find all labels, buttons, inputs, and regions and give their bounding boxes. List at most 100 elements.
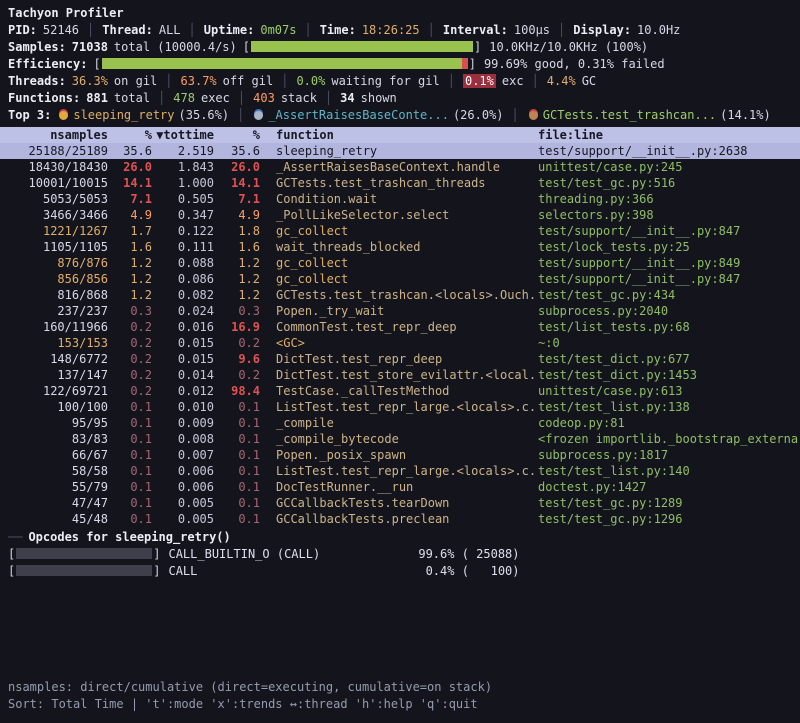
- functions-stat-name: stack: [281, 91, 317, 105]
- cell-tottime: 0.086: [156, 271, 218, 287]
- efficiency-line: Efficiency:[]99.69% good, 0.31% failed: [0, 56, 800, 73]
- cell-file-line: <frozen importlib._bootstrap_externa: [538, 431, 800, 447]
- cell-nsamples: 160/11966: [0, 319, 112, 335]
- cell-cumulative-pct: 1.2: [218, 255, 264, 271]
- cell-cumulative-pct: 16.9: [218, 319, 264, 335]
- table-row[interactable]: 1221/12671.70.1221.8gc_collecttest/suppo…: [0, 223, 800, 239]
- thread-stat-name: waiting for gil: [331, 74, 439, 88]
- thread-stat-pct: 0.1%: [463, 74, 496, 88]
- opcode-name: CALL_BUILTIN_O (CALL): [160, 546, 408, 563]
- cell-nsamples: 876/876: [0, 255, 112, 271]
- opcode-pct: 99.6%: [408, 546, 454, 563]
- cell-tottime: 0.005: [156, 511, 218, 527]
- opcodes-section: ──Opcodes for sleeping_retry() []CALL_BU…: [0, 529, 800, 580]
- cell-cumulative-pct: 1.2: [218, 287, 264, 303]
- top3-label: Top 3:: [8, 108, 51, 122]
- col-header-[interactable]: %: [218, 127, 264, 143]
- cell-tottime: 0.088: [156, 255, 218, 271]
- top3-line: Top 3:sleeping_retry(35.6%)│_AssertRaise…: [0, 107, 800, 124]
- cell-nsamples: 18430/18430: [0, 159, 112, 175]
- table-row[interactable]: 816/8681.20.0821.2GCTests.test_trashcan.…: [0, 287, 800, 303]
- top-function-name[interactable]: sleeping_retry: [73, 108, 174, 122]
- table-row[interactable]: 83/830.10.0080.1_compile_bytecode<frozen…: [0, 431, 800, 447]
- table-row[interactable]: 66/670.10.0070.1Popen._posix_spawnsubpro…: [0, 447, 800, 463]
- efficiency-label: Efficiency:: [8, 57, 87, 71]
- cell-file-line: test/lock_tests.py:25: [538, 239, 800, 255]
- col-header-tottime[interactable]: ▼tottime: [156, 127, 218, 143]
- cell-file-line: subprocess.py:1817: [538, 447, 800, 463]
- opcodes-title-line: ──Opcodes for sleeping_retry(): [0, 529, 800, 546]
- table-row[interactable]: 18430/1843026.01.84326.0_AssertRaisesBas…: [0, 159, 800, 175]
- cell-function: gc_collect: [264, 255, 538, 271]
- table-row[interactable]: 58/580.10.0060.1ListTest.test_repr_large…: [0, 463, 800, 479]
- threads-line: Threads:36.3%on gil│63.7%off gil│0.0%wai…: [0, 73, 800, 90]
- cell-function: CommonTest.test_repr_deep: [264, 319, 538, 335]
- table-row[interactable]: 5053/50537.10.5057.1Condition.waitthread…: [0, 191, 800, 207]
- pid-label: PID:: [8, 23, 37, 37]
- col-header-fileline[interactable]: file:line: [538, 127, 800, 143]
- rule-dashes: ──: [8, 530, 22, 544]
- cell-cumulative-pct: 0.1: [218, 415, 264, 431]
- medal-rank-1-icon: [59, 111, 68, 120]
- thread-stat-name: GC: [582, 74, 596, 88]
- cell-function: Popen._posix_spawn: [264, 447, 538, 463]
- interval-value: 100µs: [514, 23, 550, 37]
- table-row[interactable]: 153/1530.20.0150.2<GC>~:0: [0, 335, 800, 351]
- medal-rank-3-icon: [529, 111, 538, 120]
- cell-nsamples: 58/58: [0, 463, 112, 479]
- cell-function: Condition.wait: [264, 191, 538, 207]
- table-header[interactable]: nsamples%▼tottime%functionfile:line: [0, 127, 800, 143]
- top-function-name[interactable]: _AssertRaisesBaseConte...: [268, 108, 449, 122]
- cell-function: ListTest.test_repr_large.<locals>.c...: [264, 399, 538, 415]
- table-row[interactable]: 95/950.10.0090.1_compilecodeop.py:81: [0, 415, 800, 431]
- cell-direct-pct: 0.2: [112, 383, 156, 399]
- pid-value: 52146: [43, 23, 79, 37]
- tachyon-profiler-window: Tachyon Profiler PID:52146│Thread:ALL│Up…: [0, 0, 800, 723]
- table-row[interactable]: 3466/34664.90.3474.9_PollLikeSelector.se…: [0, 207, 800, 223]
- table-row[interactable]: 55/790.10.0060.1DocTestRunner.__rundocte…: [0, 479, 800, 495]
- table-row[interactable]: 876/8761.20.0881.2gc_collecttest/support…: [0, 255, 800, 271]
- table-row[interactable]: 856/8561.20.0861.2gc_collecttest/support…: [0, 271, 800, 287]
- cell-function: <GC>: [264, 335, 538, 351]
- table-row[interactable]: 137/1470.20.0140.2DictTest.test_store_ev…: [0, 367, 800, 383]
- separator: │: [428, 23, 435, 37]
- col-header-function[interactable]: function: [264, 127, 538, 143]
- table-row[interactable]: 10001/1001514.11.00014.1GCTests.test_tra…: [0, 175, 800, 191]
- cell-file-line: selectors.py:398: [538, 207, 800, 223]
- cell-file-line: ~:0: [538, 335, 800, 351]
- separator: │: [237, 108, 244, 122]
- cell-direct-pct: 0.1: [112, 415, 156, 431]
- cell-tottime: 0.008: [156, 431, 218, 447]
- col-header-[interactable]: %: [112, 127, 156, 143]
- table-row-selected[interactable]: 25188/2518935.62.51935.6sleeping_retryte…: [0, 143, 800, 159]
- table-row[interactable]: 45/480.10.0050.1GCCallbackTests.preclean…: [0, 511, 800, 527]
- cell-tottime: 0.012: [156, 383, 218, 399]
- cell-cumulative-pct: 0.1: [218, 495, 264, 511]
- cell-nsamples: 856/856: [0, 271, 112, 287]
- samples-bar: [251, 41, 473, 52]
- cell-tottime: 0.015: [156, 335, 218, 351]
- table-row[interactable]: 160/119660.20.01616.9CommonTest.test_rep…: [0, 319, 800, 335]
- cell-file-line: codeop.py:81: [538, 415, 800, 431]
- cell-direct-pct: 0.1: [112, 463, 156, 479]
- cell-file-line: test/test_list.py:140: [538, 463, 800, 479]
- cell-nsamples: 148/6772: [0, 351, 112, 367]
- cell-function: TestCase._callTestMethod: [264, 383, 538, 399]
- cell-cumulative-pct: 0.1: [218, 511, 264, 527]
- cell-function: DictTest.test_repr_deep: [264, 351, 538, 367]
- table-row[interactable]: 1105/11051.60.1111.6wait_threads_blocked…: [0, 239, 800, 255]
- thread-value[interactable]: ALL: [159, 23, 181, 37]
- cell-direct-pct: 0.1: [112, 447, 156, 463]
- cell-cumulative-pct: 0.1: [218, 431, 264, 447]
- separator: │: [238, 91, 245, 105]
- cell-function: _compile_bytecode: [264, 431, 538, 447]
- table-row[interactable]: 148/67720.20.0159.6DictTest.test_repr_de…: [0, 351, 800, 367]
- table-row[interactable]: 100/1000.10.0100.1ListTest.test_repr_lar…: [0, 399, 800, 415]
- col-header-nsamples[interactable]: nsamples: [0, 127, 112, 143]
- cell-tottime: 0.347: [156, 207, 218, 223]
- table-row[interactable]: 47/470.10.0050.1GCCallbackTests.tearDown…: [0, 495, 800, 511]
- table-row[interactable]: 122/697210.20.01298.4TestCase._callTestM…: [0, 383, 800, 399]
- bar-close-bracket: ]: [469, 57, 476, 71]
- top-function-name[interactable]: GCTests.test_trashcan...: [543, 108, 716, 122]
- table-row[interactable]: 237/2370.30.0240.3Popen._try_waitsubproc…: [0, 303, 800, 319]
